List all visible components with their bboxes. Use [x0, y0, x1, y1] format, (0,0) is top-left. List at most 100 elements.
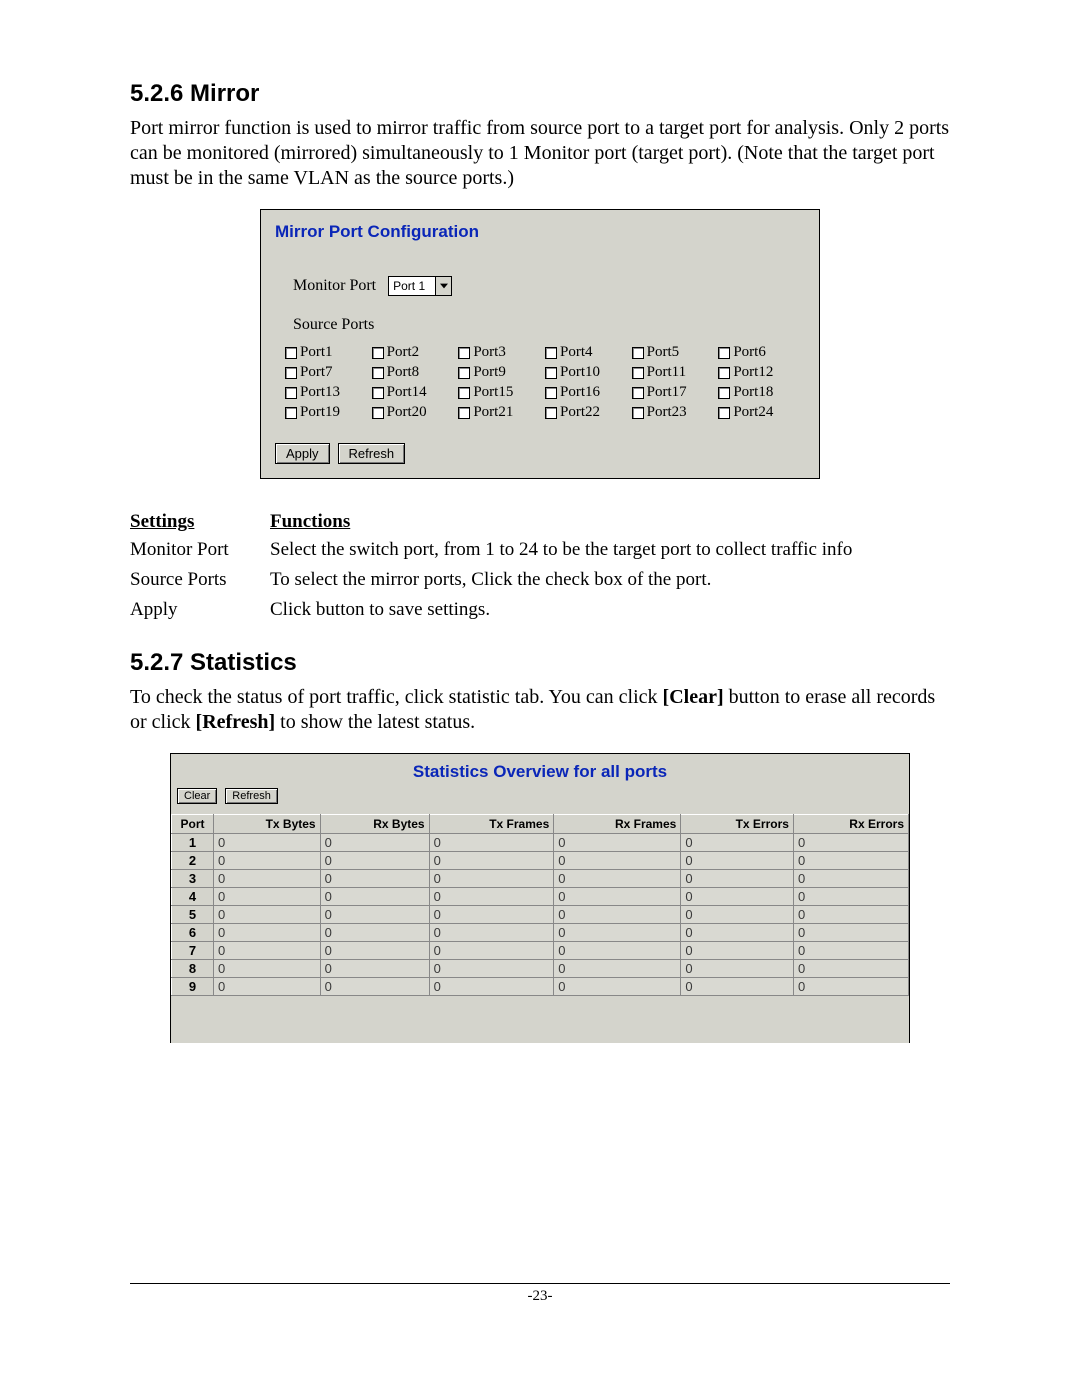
checkbox-icon	[285, 367, 297, 379]
checkbox-icon	[632, 407, 644, 419]
settings-key: Apply	[130, 595, 270, 625]
monitor-port-value: Port 1	[393, 279, 435, 293]
port-label: Port6	[733, 344, 766, 361]
port-checkbox-20[interactable]: Port20	[372, 404, 459, 421]
stats-value-cell: 0	[793, 906, 908, 924]
checkbox-icon	[458, 407, 470, 419]
stats-value-cell: 0	[320, 978, 429, 996]
settings-key: Monitor Port	[130, 535, 270, 565]
port-checkbox-11[interactable]: Port11	[632, 364, 719, 381]
statistics-panel-buttons: Clear Refresh	[177, 786, 909, 804]
stats-bold-clear: [Clear]	[663, 686, 724, 708]
statistics-table: PortTx BytesRx BytesTx FramesRx FramesTx…	[171, 814, 909, 996]
stats-value-cell: 0	[793, 888, 908, 906]
checkbox-icon	[285, 347, 297, 359]
stats-value-cell: 0	[793, 834, 908, 852]
port-checkbox-9[interactable]: Port9	[458, 364, 545, 381]
stats-value-cell: 0	[681, 834, 794, 852]
stats-value-cell: 0	[681, 960, 794, 978]
stats-header: Tx Frames	[429, 815, 554, 834]
stats-value-cell: 0	[214, 942, 321, 960]
stats-value-cell: 0	[681, 870, 794, 888]
stats-value-cell: 0	[554, 852, 681, 870]
port-checkbox-6[interactable]: Port6	[718, 344, 805, 361]
table-row: 3000000	[172, 870, 909, 888]
settings-value: Click button to save settings.	[270, 595, 950, 625]
port-checkbox-23[interactable]: Port23	[632, 404, 719, 421]
stats-value-cell: 0	[681, 924, 794, 942]
stats-port-cell: 8	[172, 960, 214, 978]
port-label: Port18	[733, 384, 773, 401]
stats-value-cell: 0	[320, 906, 429, 924]
stats-value-cell: 0	[429, 852, 554, 870]
port-checkbox-5[interactable]: Port5	[632, 344, 719, 361]
statistics-panel-title: Statistics Overview for all ports	[171, 762, 909, 782]
monitor-port-select[interactable]: Port 1	[388, 276, 452, 296]
stats-value-cell: 0	[214, 924, 321, 942]
port-checkbox-12[interactable]: Port12	[718, 364, 805, 381]
port-label: Port9	[473, 364, 506, 381]
port-checkbox-16[interactable]: Port16	[545, 384, 632, 401]
statistics-paragraph: To check the status of port traffic, cli…	[130, 685, 950, 735]
port-checkbox-17[interactable]: Port17	[632, 384, 719, 401]
port-checkbox-14[interactable]: Port14	[372, 384, 459, 401]
port-checkbox-19[interactable]: Port19	[285, 404, 372, 421]
checkbox-icon	[632, 347, 644, 359]
port-label: Port11	[647, 364, 686, 381]
port-label: Port8	[387, 364, 420, 381]
section-heading-statistics: 5.2.7 Statistics	[130, 649, 950, 677]
stats-value-cell: 0	[214, 960, 321, 978]
port-checkbox-13[interactable]: Port13	[285, 384, 372, 401]
table-row: Source PortsTo select the mirror ports, …	[130, 565, 950, 595]
port-checkbox-2[interactable]: Port2	[372, 344, 459, 361]
port-checkbox-21[interactable]: Port21	[458, 404, 545, 421]
port-checkbox-24[interactable]: Port24	[718, 404, 805, 421]
stats-header: Rx Frames	[554, 815, 681, 834]
refresh-button[interactable]: Refresh	[338, 443, 406, 464]
clear-button[interactable]: Clear	[177, 788, 217, 804]
stats-port-cell: 1	[172, 834, 214, 852]
chevron-down-icon	[435, 277, 451, 295]
stats-value-cell: 0	[320, 942, 429, 960]
stats-value-cell: 0	[429, 834, 554, 852]
port-checkbox-10[interactable]: Port10	[545, 364, 632, 381]
checkbox-icon	[372, 347, 384, 359]
port-label: Port24	[733, 404, 773, 421]
stats-value-cell: 0	[214, 834, 321, 852]
stats-text-1: To check the status of port traffic, cli…	[130, 686, 663, 708]
port-label: Port14	[387, 384, 427, 401]
stats-value-cell: 0	[429, 978, 554, 996]
stats-value-cell: 0	[681, 942, 794, 960]
port-checkbox-1[interactable]: Port1	[285, 344, 372, 361]
port-checkbox-3[interactable]: Port3	[458, 344, 545, 361]
port-checkbox-4[interactable]: Port4	[545, 344, 632, 361]
port-checkbox-7[interactable]: Port7	[285, 364, 372, 381]
stats-value-cell: 0	[429, 924, 554, 942]
stats-value-cell: 0	[429, 906, 554, 924]
checkbox-icon	[545, 387, 557, 399]
settings-value: To select the mirror ports, Click the ch…	[270, 565, 950, 595]
stats-header: Rx Bytes	[320, 815, 429, 834]
port-label: Port12	[733, 364, 773, 381]
port-checkbox-15[interactable]: Port15	[458, 384, 545, 401]
mirror-settings-table: Settings Functions Monitor PortSelect th…	[130, 509, 950, 625]
stats-value-cell: 0	[681, 888, 794, 906]
checkbox-icon	[718, 347, 730, 359]
port-label: Port10	[560, 364, 600, 381]
stats-value-cell: 0	[681, 852, 794, 870]
table-row: 9000000	[172, 978, 909, 996]
port-checkbox-22[interactable]: Port22	[545, 404, 632, 421]
port-checkbox-18[interactable]: Port18	[718, 384, 805, 401]
stats-header: Tx Errors	[681, 815, 794, 834]
settings-header-left: Settings	[130, 509, 270, 535]
mirror-paragraph: Port mirror function is used to mirror t…	[130, 116, 950, 191]
port-label: Port16	[560, 384, 600, 401]
stats-value-cell: 0	[429, 942, 554, 960]
apply-button[interactable]: Apply	[275, 443, 330, 464]
stats-value-cell: 0	[214, 906, 321, 924]
port-checkbox-8[interactable]: Port8	[372, 364, 459, 381]
refresh-stats-button[interactable]: Refresh	[225, 788, 278, 804]
stats-value-cell: 0	[554, 942, 681, 960]
stats-value-cell: 0	[793, 978, 908, 996]
stats-bold-refresh: [Refresh]	[196, 711, 276, 733]
